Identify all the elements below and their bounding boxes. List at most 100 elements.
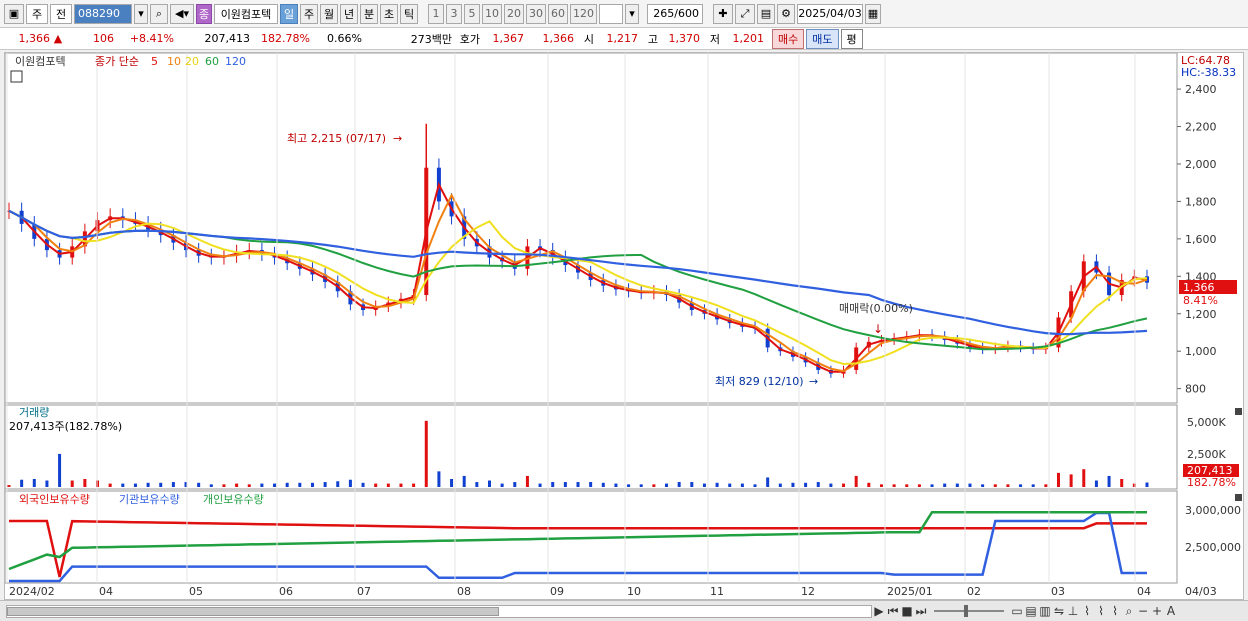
zoom-search-icon[interactable]: ⌕ [1122, 604, 1136, 619]
period-month[interactable]: 월 [320, 3, 338, 24]
high-annotation: 최고 2,215 (07/17) [287, 132, 386, 145]
scroll-first-icon[interactable]: ⏮ [886, 604, 900, 619]
holdings-axis-3000000: 3,000,000 [1185, 504, 1241, 517]
buy-button[interactable]: 매수 [772, 28, 805, 49]
indicator-icon-1[interactable]: ⌇ [1080, 604, 1094, 618]
low-label: 저 [709, 32, 720, 46]
ruler-icon[interactable]: ⊥ [1066, 604, 1080, 618]
font-size-icon[interactable]: A [1164, 604, 1178, 618]
stop-icon[interactable]: ■ [900, 604, 914, 618]
interval-120[interactable]: 120 [570, 3, 597, 24]
scroll-thumb[interactable] [7, 606, 499, 616]
date-input[interactable]: 2025/04/03 [797, 3, 863, 24]
interval-60[interactable]: 60 [548, 3, 568, 24]
save-icon[interactable]: ▤ [757, 3, 775, 24]
calendar-icon[interactable]: ▦ [865, 3, 881, 24]
layout-icon-3[interactable]: ▥ [1038, 604, 1052, 618]
window-menu-icon[interactable]: ▣ [4, 3, 24, 24]
trend-line-icon[interactable]: ⤢ [735, 3, 755, 24]
volume-bar [892, 484, 896, 487]
volume-bar [412, 483, 416, 487]
scroll-last-icon[interactable]: ⏭ [914, 604, 928, 619]
interval-input[interactable] [599, 3, 623, 24]
current-price-tag: 1,366 [1183, 281, 1215, 294]
open-label: 시 [583, 32, 594, 46]
date-axis-label: 11 [710, 585, 724, 598]
table-icon[interactable] [10, 70, 23, 83]
zoom-out-icon[interactable]: − [1136, 604, 1150, 618]
indicator-icon-3[interactable]: ⌇ [1108, 604, 1122, 618]
volume-bar [273, 483, 277, 487]
volume-bar [386, 483, 390, 487]
holdings-legend-individual[interactable]: 개인보유수량 [203, 493, 264, 506]
interval-dropdown-icon[interactable]: ▾ [625, 3, 639, 24]
price-axis-label: 1,200 [1185, 308, 1217, 321]
code-dropdown-icon[interactable]: ▾ [134, 3, 148, 24]
date-axis-label: 2025/01 [887, 585, 933, 598]
chart-scroll-bar: ▶ ⏮ ■ ⏭ ▭ ▤ ▥ ⇋ ⊥ ⌇ ⌇ ⌇ ⌕ − + A [0, 600, 1248, 621]
interval-30[interactable]: 30 [526, 3, 546, 24]
volume-bar [108, 483, 112, 487]
count-input[interactable]: 265/600 [647, 3, 703, 24]
volume-pct: 182.78% [261, 32, 310, 45]
volume-title[interactable]: 거래량 [19, 406, 49, 419]
gear-icon[interactable]: ⚙ [777, 3, 795, 24]
volume-bar [829, 483, 833, 487]
price-axis-label: 800 [1185, 383, 1206, 396]
holdings-legend-institution[interactable]: 기관보유수량 [119, 493, 180, 506]
prev-select[interactable]: 전 [50, 3, 72, 24]
period-second[interactable]: 초 [380, 3, 398, 24]
interval-3[interactable]: 3 [446, 3, 462, 24]
period-year[interactable]: 년 [340, 3, 358, 24]
zoom-slider[interactable] [934, 605, 1004, 617]
price-legend-name[interactable]: 이원컴포텍 [15, 55, 66, 68]
count-max: /600 [674, 7, 699, 20]
low-price: 1,201 [732, 32, 765, 45]
zoom-in-icon[interactable]: + [1150, 604, 1164, 618]
volume-bar [753, 484, 757, 487]
volume-panel-close-icon[interactable] [1235, 408, 1242, 415]
volume-bar [879, 484, 883, 487]
mode-select[interactable]: 주 [26, 3, 48, 24]
stock-chart[interactable]: 2,4002,2002,0001,8001,6001,4001,2001,000… [5, 53, 1243, 599]
interval-1[interactable]: 1 [428, 3, 444, 24]
period-minute[interactable]: 분 [360, 3, 378, 24]
scroll-track[interactable] [6, 604, 872, 618]
chart-area[interactable]: 2,400 2,200 2,000 1,800 1,600 1,400 1,200 1,000… [4, 52, 1244, 600]
volume-bar [677, 482, 681, 487]
scroll-right-icon[interactable]: ▶ [872, 604, 886, 618]
volume-bar [652, 484, 656, 487]
crosshair-icon[interactable]: ✚ [713, 3, 733, 24]
volume-bar [690, 482, 694, 487]
price-axis-label: 2,400 [1185, 83, 1217, 96]
interval-5[interactable]: 5 [464, 3, 480, 24]
sell-button[interactable]: 매도 [806, 28, 839, 49]
volume-bar [993, 484, 997, 487]
turnover: 0.66% [327, 32, 362, 45]
layout-icon-1[interactable]: ▭ [1010, 604, 1024, 618]
eval-button[interactable]: 평 [840, 28, 863, 49]
zoom-slider-handle[interactable] [964, 605, 968, 617]
volume-bar [1107, 475, 1111, 487]
stock-code-input[interactable]: 088290 [74, 3, 132, 24]
up-arrow-icon: ▲ [53, 32, 63, 45]
speaker-icon[interactable]: ◀▾ [170, 3, 194, 24]
volume-bar [96, 480, 100, 487]
period-tick[interactable]: 틱 [400, 3, 418, 24]
period-day[interactable]: 일 [280, 3, 298, 24]
volume-bar [1069, 474, 1073, 487]
layout-icon-2[interactable]: ▤ [1024, 604, 1038, 618]
volume-bar [32, 478, 36, 487]
volume-bar [133, 483, 137, 487]
search-icon[interactable]: ⌕ [150, 3, 168, 24]
holdings-legend-foreign[interactable]: 외국인보유수량 [19, 493, 90, 506]
period-week[interactable]: 주 [300, 3, 318, 24]
compare-icon[interactable]: ⇋ [1052, 604, 1066, 618]
interval-10[interactable]: 10 [482, 3, 502, 24]
date-axis-label: 10 [627, 585, 641, 598]
interval-20[interactable]: 20 [504, 3, 524, 24]
holdings-panel-close-icon[interactable] [1235, 494, 1242, 501]
open-price: 1,217 [606, 32, 639, 45]
indicator-icon-2[interactable]: ⌇ [1094, 604, 1108, 618]
price-change-pct: +8.41% [129, 32, 174, 45]
